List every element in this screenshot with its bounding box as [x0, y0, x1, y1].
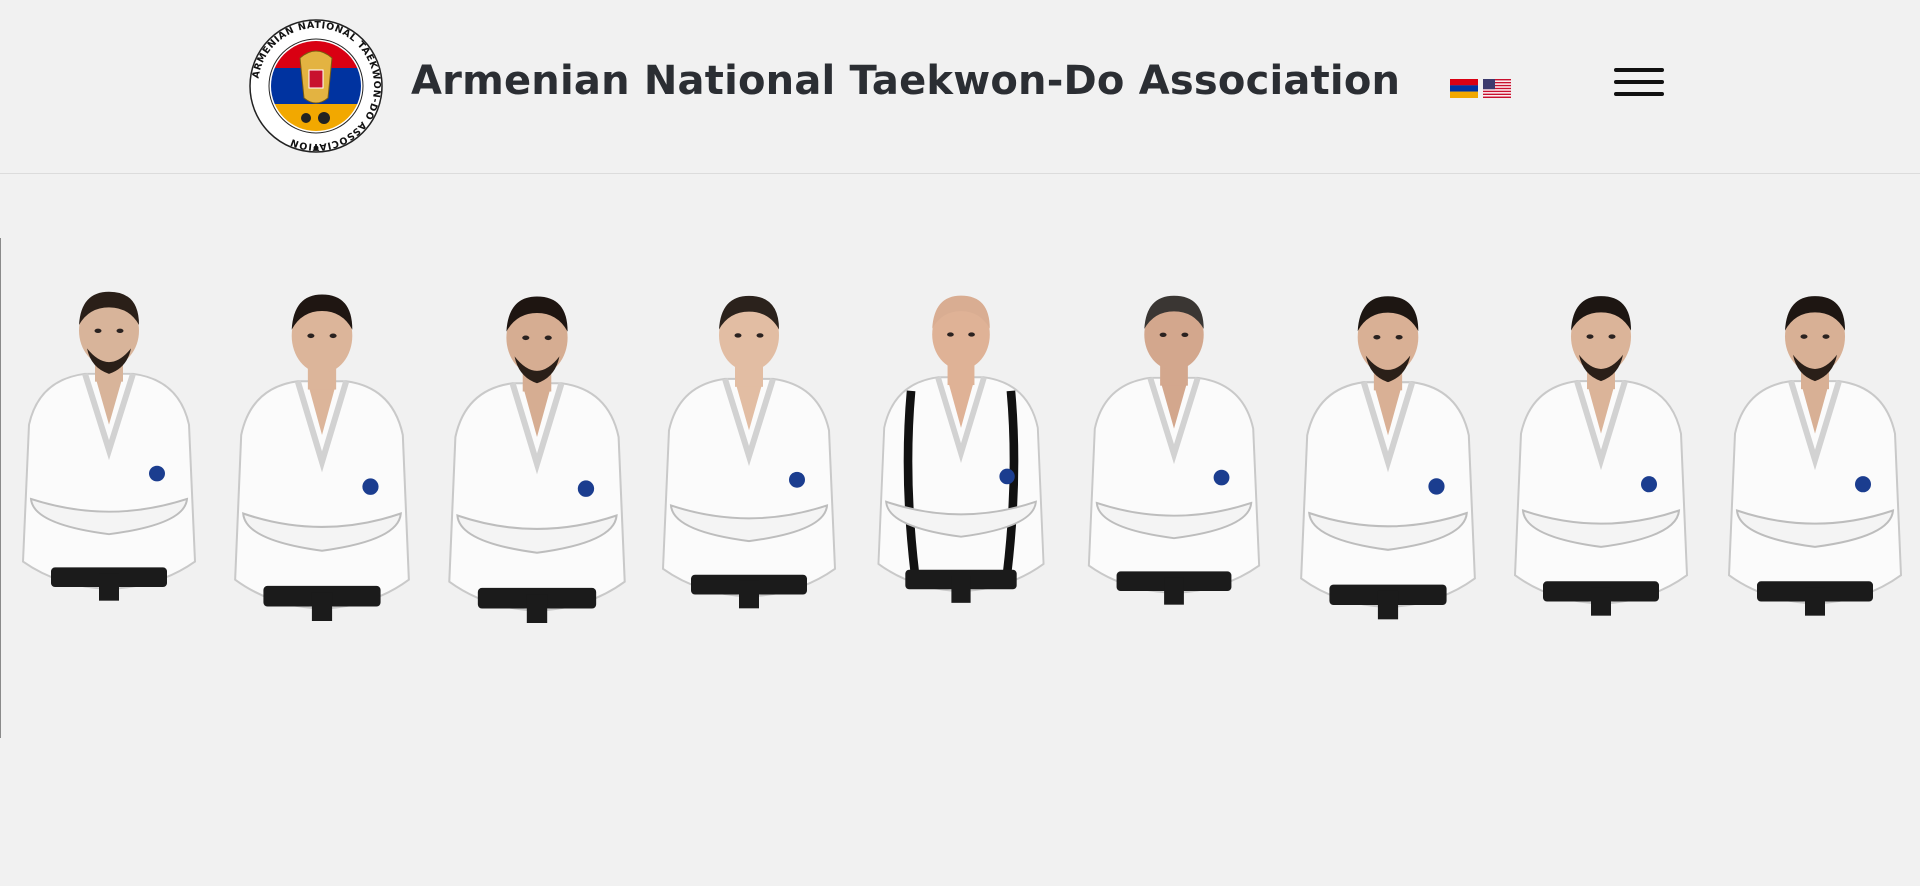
site-title: Armenian National Taekwon-Do Association [411, 58, 1401, 104]
team-member-1 [9, 278, 209, 630]
armenian-flag-icon [1450, 79, 1478, 98]
language-armenian-button[interactable] [1450, 79, 1478, 98]
team-photo [0, 238, 1920, 738]
team-member-2 [221, 280, 423, 652]
team-member-6 [1075, 282, 1273, 634]
team-member-4 [649, 282, 849, 638]
team-member-9 [1715, 282, 1915, 646]
hamburger-menu-button[interactable] [1612, 64, 1666, 100]
us-flag-icon [1483, 79, 1511, 98]
site-header: ARMENIAN NATIONAL TAEKWON-DO ASSOCIATION… [0, 0, 1920, 174]
hamburger-menu-icon [1614, 68, 1664, 72]
association-logo[interactable]: ARMENIAN NATIONAL TAEKWON-DO ASSOCIATION [248, 18, 384, 154]
team-member-5 [865, 282, 1057, 632]
team-member-7 [1287, 282, 1489, 650]
logo-emblem-icon: ARMENIAN NATIONAL TAEKWON-DO ASSOCIATION [249, 19, 383, 153]
team-member-3 [435, 282, 639, 654]
language-english-button[interactable] [1483, 79, 1511, 98]
team-member-8 [1501, 282, 1701, 646]
